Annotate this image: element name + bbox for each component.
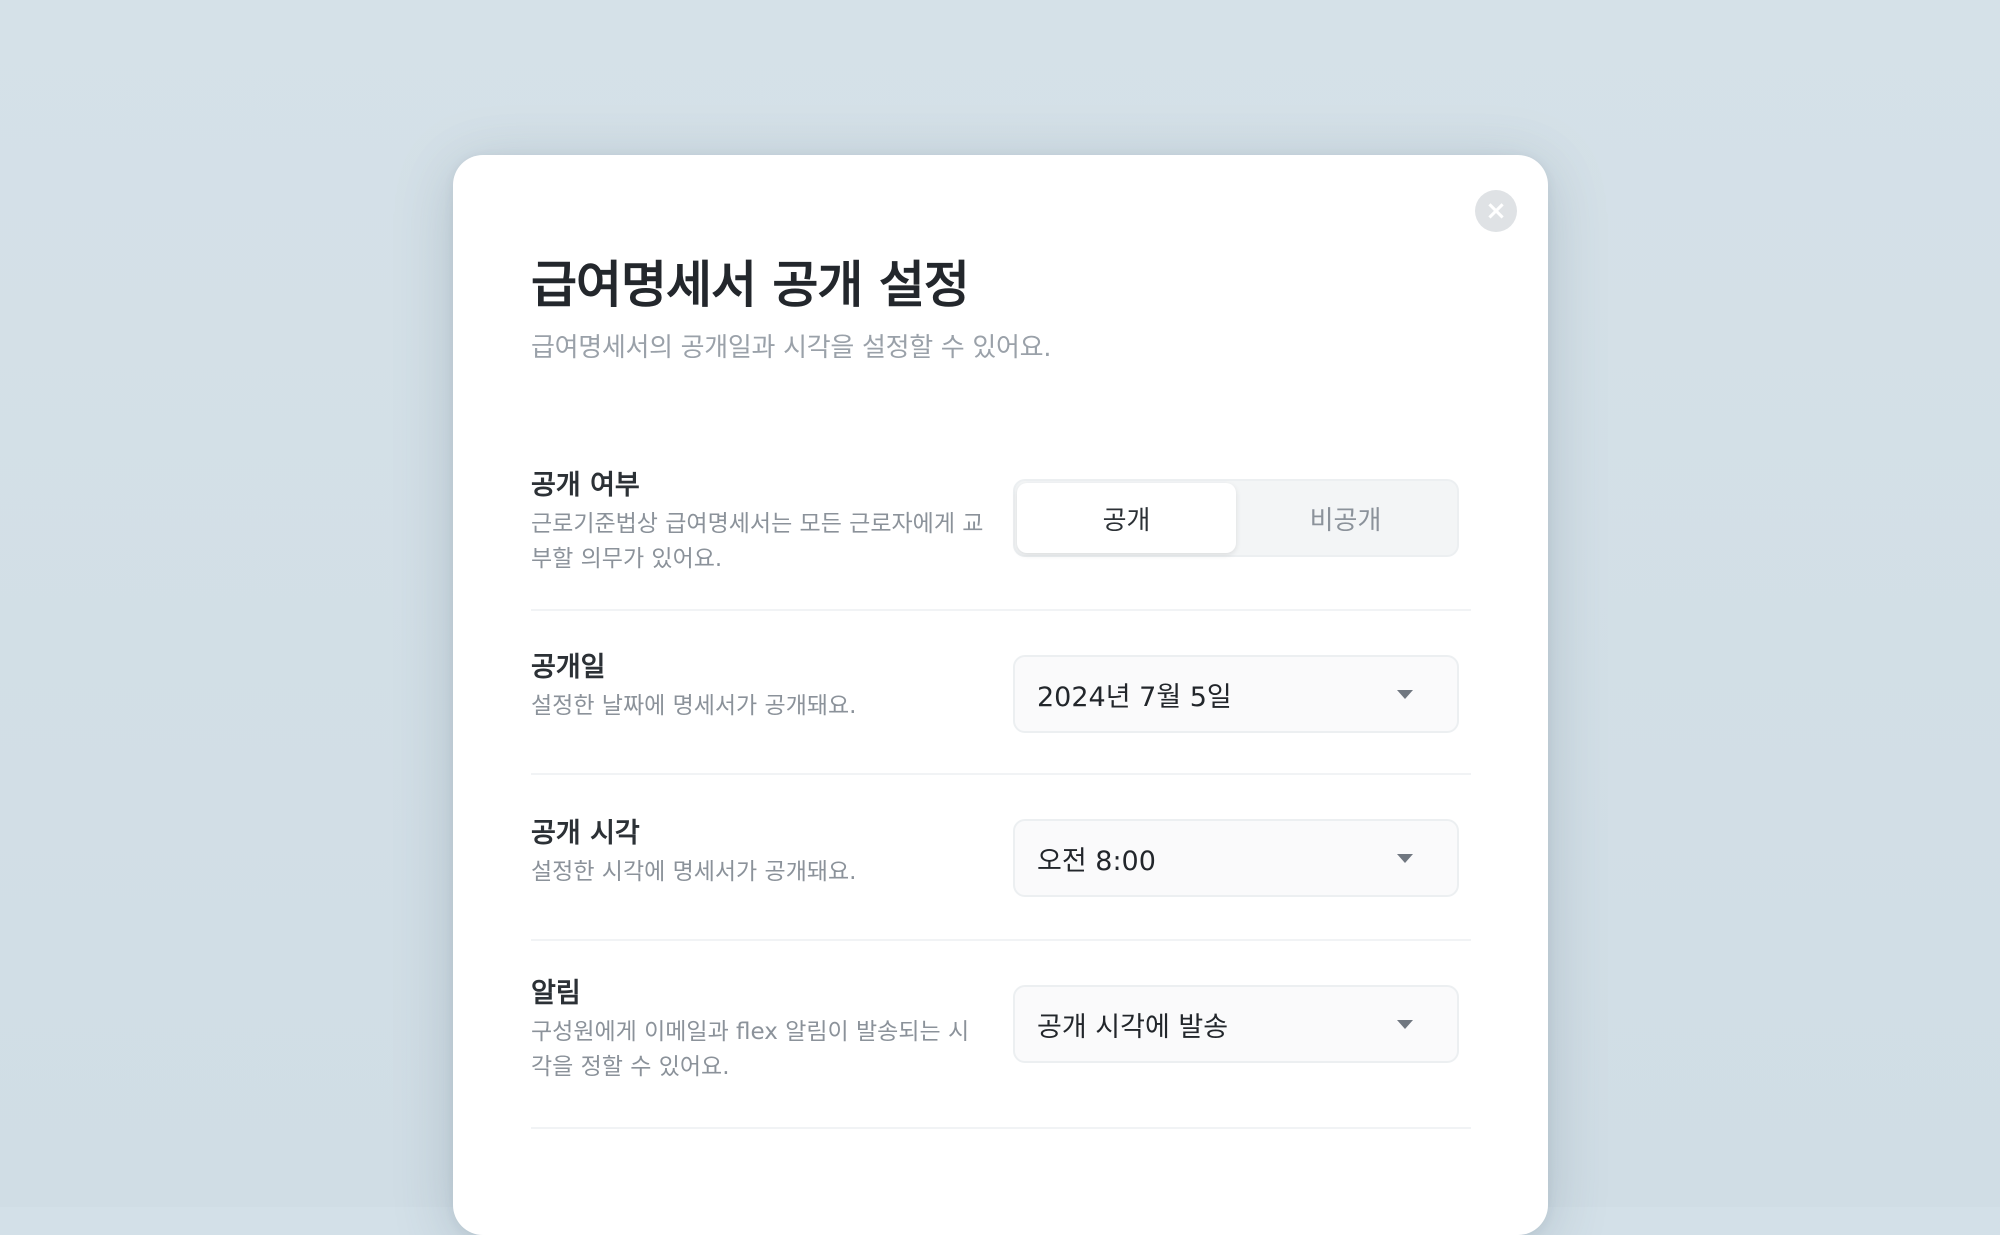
toggle-private-option[interactable]: 비공개 [1236, 483, 1455, 553]
close-icon: × [1485, 196, 1507, 226]
release-time-value: 오전 8:00 [1037, 845, 1156, 877]
release-date-label: 공개일 [531, 652, 606, 683]
chevron-down-icon [1397, 853, 1413, 863]
release-time-select[interactable]: 오전 8:00 [1013, 819, 1459, 897]
visibility-toggle[interactable]: 공개 비공개 [1013, 479, 1459, 557]
visibility-label: 공개 여부 [531, 470, 640, 501]
release-time-desc: 설정한 시각에 명세서가 공개돼요. [531, 859, 857, 885]
release-settings-modal: × 급여명세서 공개 설정 급여명세서의 공개일과 시각을 설정할 수 있어요.… [453, 155, 1548, 1235]
notification-row: 알림 구성원에게 이메일과 flex 알림이 발송되는 시각을 정할 수 있어요… [531, 941, 1471, 1129]
release-date-desc: 설정한 날짜에 명세서가 공개돼요. [531, 693, 857, 719]
chevron-down-icon [1397, 1019, 1413, 1029]
visibility-row: 공개 여부 근로기준법상 급여명세서는 모든 근로자에게 교부할 의무가 있어요… [531, 455, 1471, 611]
release-date-select[interactable]: 2024년 7월 5일 [1013, 655, 1459, 733]
modal-title: 급여명세서 공개 설정 [531, 256, 970, 314]
notification-select[interactable]: 공개 시각에 발송 [1013, 985, 1459, 1063]
notification-label: 알림 [531, 978, 581, 1009]
toggle-public-option[interactable]: 공개 [1017, 483, 1236, 553]
notification-desc: 구성원에게 이메일과 flex 알림이 발송되는 시각을 정할 수 있어요. [531, 1019, 970, 1080]
modal-subtitle: 급여명세서의 공개일과 시각을 설정할 수 있어요. [531, 333, 1052, 363]
release-time-row: 공개 시각 설정한 시각에 명세서가 공개돼요. 오전 8:00 [531, 775, 1471, 941]
close-button[interactable]: × [1475, 190, 1517, 232]
release-time-label: 공개 시각 [531, 818, 640, 849]
release-date-row: 공개일 설정한 날짜에 명세서가 공개돼요. 2024년 7월 5일 [531, 611, 1471, 775]
notification-value: 공개 시각에 발송 [1037, 1011, 1229, 1043]
chevron-down-icon [1397, 689, 1413, 699]
release-date-value: 2024년 7월 5일 [1037, 681, 1232, 713]
visibility-desc: 근로기준법상 급여명세서는 모든 근로자에게 교부할 의무가 있어요. [531, 511, 984, 572]
